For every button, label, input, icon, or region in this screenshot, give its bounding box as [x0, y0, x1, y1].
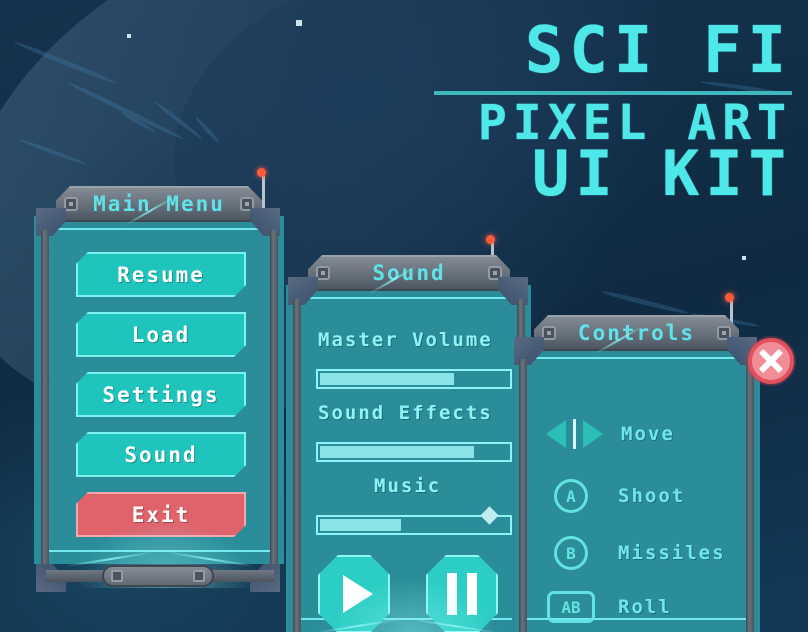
main-menu-body: Resume Load Settings Sound Exit	[34, 216, 284, 588]
star	[127, 34, 131, 38]
main-menu-title: Main Menu	[93, 192, 225, 216]
slider-label-music: Music	[374, 475, 442, 497]
sound-title: Sound	[372, 261, 446, 285]
bolt-icon	[193, 570, 205, 582]
control-label-shoot: Shoot	[618, 485, 686, 507]
frame-rail-left	[293, 299, 301, 632]
frame-rail-right	[746, 359, 754, 632]
streak	[19, 138, 87, 166]
screen: SCI FI PIXEL ART UI KIT Resume Load Sett…	[0, 0, 808, 632]
main-menu-button-settings[interactable]: Settings	[76, 372, 246, 417]
frame-rail-left	[519, 359, 527, 632]
bolt-icon	[111, 570, 123, 582]
arrow-left-icon	[546, 420, 566, 448]
sound-titlebar: Sound	[308, 255, 510, 291]
bolt-icon	[316, 266, 330, 280]
arrow-right-icon	[583, 420, 603, 448]
bolt-icon	[64, 197, 78, 211]
streak	[13, 39, 117, 86]
control-row-move[interactable]: Move	[546, 419, 675, 449]
sound-body: Master Volume Sound Effects Music	[286, 285, 531, 632]
slider-fill	[320, 373, 455, 385]
circle-button-icon: B	[554, 536, 588, 570]
sound-panel: Master Volume Sound Effects Music Sound	[286, 235, 531, 632]
control-label-roll: Roll	[618, 596, 672, 618]
button-label: Load	[131, 322, 191, 347]
headline-line-1: SCI FI	[524, 14, 792, 88]
control-key-ab: AB	[561, 597, 581, 617]
control-key-b: B	[566, 543, 576, 563]
pause-icon	[442, 573, 482, 615]
button-label: Settings	[102, 382, 220, 407]
button-label: Sound	[124, 442, 198, 467]
streak	[153, 99, 203, 141]
control-row-missiles[interactable]: B Missiles	[554, 536, 726, 570]
slider-fill	[320, 446, 474, 458]
controls-panel: Move A Shoot B Missiles AB Roll Controls	[512, 293, 794, 632]
frame-rail-right	[270, 230, 278, 570]
slider-label-master-volume: Master Volume	[318, 329, 493, 351]
slider-music[interactable]	[316, 506, 512, 535]
controls-body: Move A Shoot B Missiles AB Roll	[512, 345, 760, 632]
streak	[600, 289, 690, 316]
antenna-led	[486, 235, 495, 244]
bolt-icon	[542, 326, 556, 340]
rect-button-icon: AB	[547, 591, 595, 623]
control-row-roll[interactable]: AB Roll	[547, 591, 672, 623]
slider-fill	[320, 519, 401, 531]
control-label-missiles: Missiles	[618, 542, 726, 564]
close-button[interactable]	[748, 338, 794, 384]
streak	[194, 115, 221, 145]
play-icon	[343, 575, 373, 613]
main-menu-footplate	[102, 565, 214, 587]
control-row-shoot[interactable]: A Shoot	[554, 479, 685, 513]
antenna-led	[725, 293, 734, 302]
button-label: Exit	[131, 502, 191, 527]
main-menu-button-sound[interactable]: Sound	[76, 432, 246, 477]
frame-rail-left	[41, 230, 49, 570]
divider	[573, 419, 576, 449]
star	[742, 256, 746, 260]
controls-titlebar: Controls	[534, 315, 739, 351]
slider-label-sound-effects: Sound Effects	[318, 402, 493, 424]
slider-master-volume[interactable]	[316, 369, 512, 389]
control-label-move: Move	[621, 423, 675, 445]
controls-title: Controls	[577, 321, 696, 345]
main-menu-button-resume[interactable]: Resume	[76, 252, 246, 297]
main-menu-titlebar: Main Menu	[56, 186, 262, 222]
pause-button[interactable]	[426, 555, 498, 632]
star	[296, 20, 302, 26]
headline: SCI FI PIXEL ART UI KIT	[434, 14, 792, 211]
main-menu-button-load[interactable]: Load	[76, 312, 246, 357]
slider-sound-effects[interactable]	[316, 442, 512, 462]
headline-line-3: UI KIT	[532, 137, 792, 211]
main-menu-panel: Resume Load Settings Sound Exit Main Men…	[34, 168, 284, 588]
play-button[interactable]	[318, 555, 390, 632]
control-key-a: A	[566, 486, 576, 506]
main-menu-button-exit[interactable]: Exit	[76, 492, 246, 537]
circle-button-icon: A	[554, 479, 588, 513]
button-label: Resume	[117, 262, 205, 287]
antenna-led	[257, 168, 266, 177]
